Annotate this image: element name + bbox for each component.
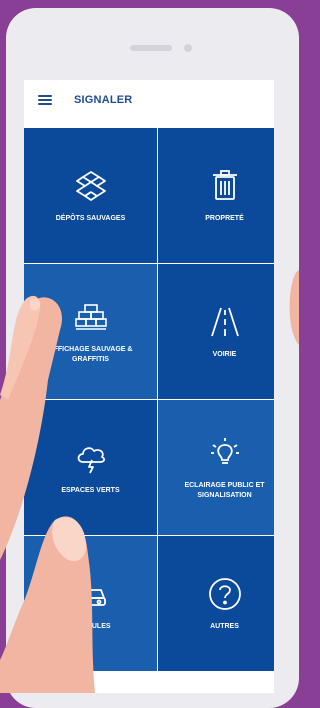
top-bar: SIGNALER	[24, 80, 274, 120]
bricks-icon	[74, 303, 107, 330]
page-title: SIGNALER	[74, 94, 133, 106]
phone-speaker	[130, 45, 172, 51]
tile-label: AFFICHAGE SAUVAGE & GRAFFITIS	[48, 345, 133, 363]
tile-eclairage-public[interactable]: ECLAIRAGE PUBLIC ET SIGNALISATION	[158, 400, 274, 535]
app-screen: SIGNALER DÉPÔTS SAUVAGES PROPRETÉ AFFICH…	[24, 80, 274, 693]
tile-label: PROPRETÉ	[205, 214, 244, 222]
tile-label: AUTRES	[210, 622, 239, 630]
trash-icon	[212, 169, 237, 200]
tile-proprete[interactable]: PROPRETÉ	[158, 128, 274, 263]
tile-autres[interactable]: AUTRES	[158, 536, 274, 671]
tile-voirie[interactable]: VOIRIE	[158, 264, 274, 399]
question-icon	[208, 577, 241, 610]
tile-affichage-sauvage[interactable]: AFFICHAGE SAUVAGE & GRAFFITIS	[24, 264, 157, 399]
bulb-icon	[210, 437, 239, 464]
boxes-icon	[75, 170, 106, 201]
car-icon	[75, 588, 106, 606]
tile-label: VÉHICULES	[70, 622, 111, 630]
tile-label: DÉPÔTS SAUVAGES	[55, 214, 126, 222]
tile-label: ECLAIRAGE PUBLIC ET SIGNALISATION	[184, 481, 265, 499]
hamburger-icon[interactable]	[38, 95, 52, 105]
tile-depots-sauvages[interactable]: DÉPÔTS SAUVAGES	[24, 128, 157, 263]
category-grid: DÉPÔTS SAUVAGES PROPRETÉ AFFICHAGE SAUVA…	[24, 128, 274, 693]
tile-label: ESPACES VERTS	[61, 486, 120, 494]
phone-camera	[184, 44, 192, 52]
tile-espaces-verts[interactable]: ESPACES VERTS	[24, 400, 157, 535]
tile-label: VOIRIE	[212, 350, 237, 358]
storm-icon	[77, 446, 105, 473]
road-icon	[210, 307, 239, 336]
tile-vehicules[interactable]: VÉHICULES	[24, 536, 157, 671]
